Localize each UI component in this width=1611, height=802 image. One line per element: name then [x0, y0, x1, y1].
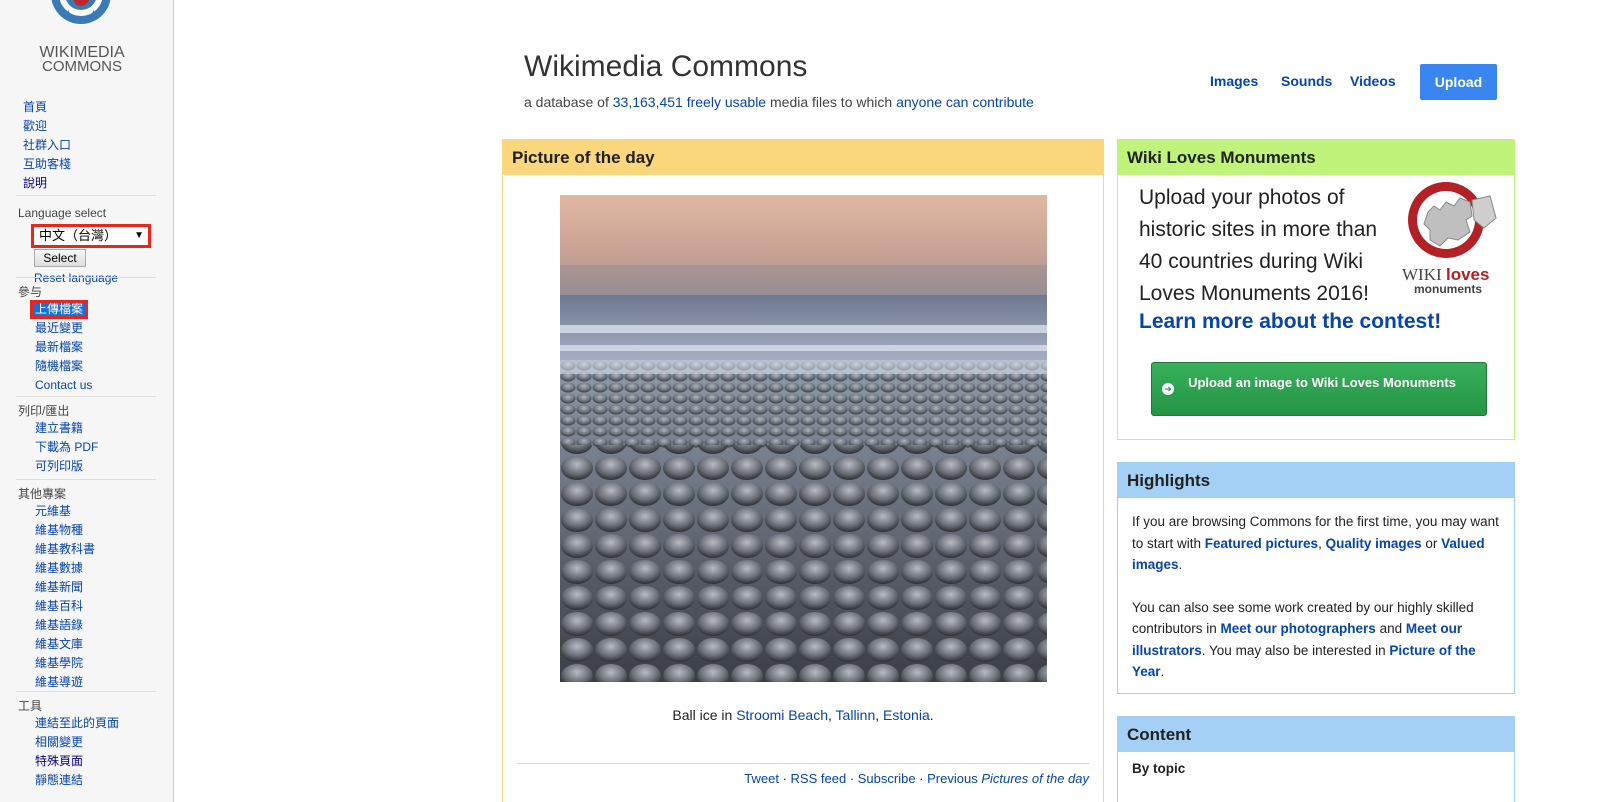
sidebar-tools: 工具 連結至此的頁面 相關變更 特殊頁面 靜態連結 — [0, 691, 174, 790]
nav-recent-changes[interactable]: 最近變更 — [35, 321, 83, 335]
highlights-paragraph-1: If you are browsing Commons for the firs… — [1132, 514, 1499, 572]
highlights-heading: Highlights — [1118, 463, 1514, 498]
potd-heading: Picture of the day — [503, 140, 1103, 175]
videos-link[interactable]: Videos — [1350, 73, 1396, 89]
upload-arrow-icon: ➜ — [1162, 383, 1174, 395]
nav-wikisource[interactable]: 維基文庫 — [35, 637, 83, 651]
freely-usable-link[interactable]: freely usable — [687, 94, 766, 110]
dropdown-arrow-icon: ▼ — [134, 230, 144, 241]
language-select-button[interactable]: Select — [34, 249, 86, 267]
nav-contact-us[interactable]: Contact us — [35, 378, 92, 392]
nav-upload-file[interactable]: 上傳檔案 — [30, 300, 89, 319]
wlm-learn-more-link[interactable]: Learn more about the contest! — [1139, 310, 1441, 334]
subtitle-mid: media files to which — [766, 94, 897, 110]
sidebar-print-export: 列印/匯出 建立書籍 下載為 PDF 可列印版 — [0, 396, 174, 476]
participate-heading: 參与 — [18, 285, 43, 299]
nav-what-links-here[interactable]: 連結至此的頁面 — [35, 716, 119, 730]
sidebar: WIKIMEDIA COMMONS 首頁 歡迎 社群入口 互助客棧 說明 Lan… — [0, 0, 174, 802]
nav-wikipedia[interactable]: 維基百科 — [35, 599, 83, 613]
stroomi-beach-link[interactable]: Stroomi Beach — [736, 707, 828, 723]
nav-new-files[interactable]: 最新檔案 — [35, 340, 83, 354]
upload-button[interactable]: Upload — [1420, 64, 1497, 100]
file-count-link[interactable]: 33,163,451 — [613, 94, 683, 110]
nav-help[interactable]: 說明 — [23, 176, 47, 190]
sidebar-language-select: Language select 中文（台灣） ▼ Select Reset la… — [0, 195, 174, 286]
language-dropdown[interactable]: 中文（台灣） ▼ — [31, 224, 151, 248]
wiki-loves-monuments-box: Wiki Loves Monuments Upload your photos … — [1117, 139, 1515, 440]
potd-image[interactable] — [560, 195, 1047, 682]
nav-wikibooks[interactable]: 維基教科書 — [35, 542, 95, 556]
tools-heading: 工具 — [18, 699, 43, 713]
nav-special-pages[interactable]: 特殊頁面 — [35, 754, 83, 768]
nav-welcome[interactable]: 歡迎 — [23, 119, 47, 133]
highlights-body: If you are browsing Commons for the firs… — [1118, 498, 1514, 683]
wlm-upload-button[interactable]: ➜ Upload an image to Wiki Loves Monument… — [1151, 362, 1487, 416]
by-topic-heading: By topic — [1132, 761, 1186, 776]
content-box: Content By topic — [1117, 716, 1515, 802]
nav-wikiquote[interactable]: 維基語錄 — [35, 618, 83, 632]
wlm-description: Upload your photos of historic sites in … — [1139, 186, 1378, 305]
tweet-link[interactable]: Tweet — [744, 771, 779, 786]
nav-wikiversity[interactable]: 維基學院 — [35, 656, 83, 670]
page-title: Wikimedia Commons — [524, 50, 808, 83]
subscribe-link[interactable]: Subscribe — [858, 771, 916, 786]
potd-caption: Ball ice in Stroomi Beach, Tallinn, Esto… — [672, 707, 934, 723]
nav-community-portal[interactable]: 社群入口 — [23, 138, 71, 152]
wlm-upload-label: Upload an image to Wiki Loves Monuments — [1188, 375, 1456, 390]
potd-footer: Tweet · RSS feed · Subscribe · Previous … — [744, 771, 1089, 786]
projects-heading: 其他專案 — [18, 487, 67, 501]
rss-feed-link[interactable]: RSS feed — [791, 771, 847, 786]
highlights-box: Highlights If you are browsing Commons f… — [1117, 462, 1515, 694]
quality-images-link[interactable]: Quality images — [1326, 536, 1422, 551]
previous-potd-link[interactable]: Previous Pictures of the day — [927, 771, 1089, 786]
subtitle-prefix: a database of — [524, 94, 613, 110]
sounds-link[interactable]: Sounds — [1281, 73, 1332, 89]
wlm-heading: Wiki Loves Monuments — [1118, 140, 1514, 175]
estonia-link[interactable]: Estonia — [883, 707, 930, 723]
nav-main-page[interactable]: 首頁 — [23, 100, 47, 114]
sidebar-other-projects: 其他專案 元維基 維基物種 維基教科書 維基數據 維基新聞 維基百科 維基語錄 … — [0, 479, 174, 692]
nav-wikivoyage[interactable]: 維基導遊 — [35, 675, 83, 689]
images-link[interactable]: Images — [1210, 73, 1258, 89]
nav-random-file[interactable]: 隨機檔案 — [35, 359, 83, 373]
nav-related-changes[interactable]: 相關變更 — [35, 735, 83, 749]
nav-printable-version[interactable]: 可列印版 — [35, 459, 83, 473]
meet-photographers-link[interactable]: Meet our photographers — [1221, 621, 1376, 636]
highlights-paragraph-2: You can also see some work created by ou… — [1132, 599, 1476, 680]
nav-wikispecies[interactable]: 維基物種 — [35, 523, 83, 537]
anyone-contribute-link[interactable]: anyone can contribute — [896, 94, 1034, 110]
language-dropdown-value: 中文（台灣） — [39, 228, 118, 243]
wlm-logo[interactable]: WIKI loves monuments — [1400, 180, 1504, 298]
commons-logo[interactable]: WIKIMEDIA COMMONS — [24, 0, 144, 78]
potd-divider — [517, 763, 1089, 764]
tallinn-link[interactable]: Tallinn — [836, 707, 876, 723]
nav-meta-wiki[interactable]: 元維基 — [35, 504, 71, 518]
content-heading: Content — [1118, 717, 1514, 752]
caption-prefix: Ball ice in — [672, 707, 737, 723]
nav-download-pdf[interactable]: 下載為 PDF — [35, 440, 98, 454]
nav-wikinews[interactable]: 維基新聞 — [35, 580, 83, 594]
page-subtitle: a database of 33,163,451 freely usable m… — [524, 94, 1034, 110]
picture-of-the-day-box: Picture of the day Ball ice in Stroomi B… — [502, 139, 1104, 802]
print-heading: 列印/匯出 — [18, 404, 70, 418]
language-select-heading: Language select — [18, 206, 107, 220]
nav-create-book[interactable]: 建立書籍 — [35, 421, 83, 435]
sidebar-participate: 參与 上傳檔案 最近變更 最新檔案 隨機檔案 Contact us — [0, 277, 174, 395]
logo-text-2: COMMONS — [42, 58, 122, 75]
nav-wikidata[interactable]: 維基數據 — [35, 561, 83, 575]
wlm-logo-monuments: monuments — [1414, 282, 1482, 296]
featured-pictures-link[interactable]: Featured pictures — [1205, 536, 1318, 551]
nav-village-pump[interactable]: 互助客棧 — [23, 157, 71, 171]
nav-permanent-link[interactable]: 靜態連結 — [35, 773, 83, 787]
sidebar-navigation: 首頁 歡迎 社群入口 互助客棧 說明 — [0, 98, 174, 193]
